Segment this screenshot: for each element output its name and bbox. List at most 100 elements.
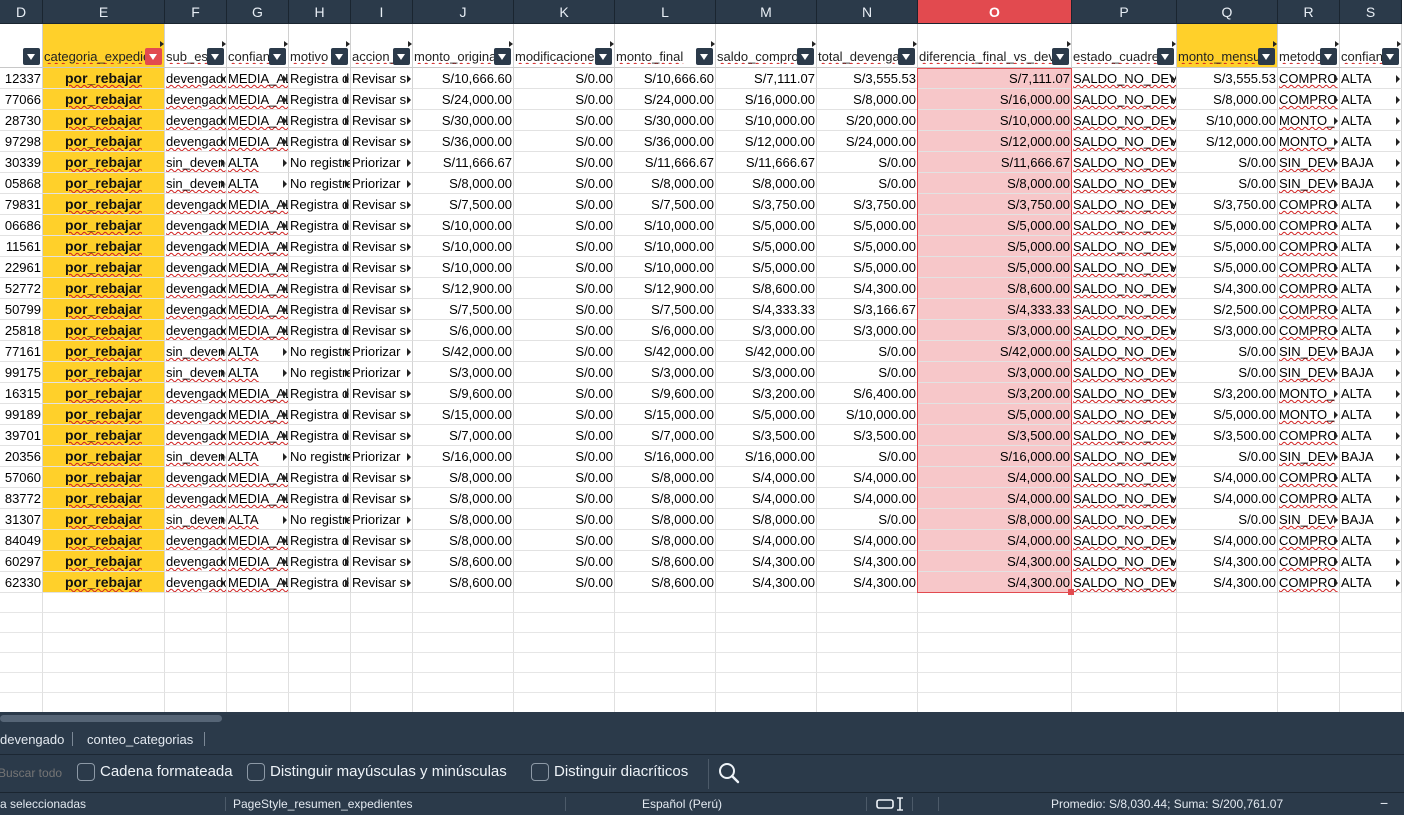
cell-d-row[interactable]: 11561: [0, 236, 43, 257]
cell-p-row[interactable]: SALDO_NO_DEV: [1072, 551, 1177, 572]
cell-r-row[interactable]: COMPRO: [1278, 278, 1340, 299]
cell-s-row[interactable]: ALTA: [1340, 278, 1402, 299]
column-header-n[interactable]: N: [817, 0, 918, 24]
cell-f-row[interactable]: devengado: [165, 131, 227, 152]
empty-cell[interactable]: [289, 613, 351, 633]
cell-r-row[interactable]: SIN_DEV: [1278, 173, 1340, 194]
cell-q-row[interactable]: S/0.00: [1177, 341, 1278, 362]
cell-o-row[interactable]: S/11,666.67: [918, 152, 1072, 173]
cell-h-row[interactable]: Registra d: [289, 551, 351, 572]
empty-cell[interactable]: [716, 613, 817, 633]
cell-k-row[interactable]: S/0.00: [514, 551, 615, 572]
cell-q-row[interactable]: S/5,000.00: [1177, 215, 1278, 236]
cell-h-row[interactable]: Registra d: [289, 68, 351, 89]
cell-f-row[interactable]: devengado: [165, 467, 227, 488]
cell-o-row[interactable]: S/10,000.00: [918, 110, 1072, 131]
cell-k-row[interactable]: S/0.00: [514, 236, 615, 257]
empty-cell[interactable]: [165, 633, 227, 653]
autofilter-dropdown-icon[interactable]: [1320, 48, 1337, 65]
cell-r-row[interactable]: MONTO_: [1278, 131, 1340, 152]
cell-p-row[interactable]: SALDO_NO_DEV: [1072, 425, 1177, 446]
cell-f-row[interactable]: sin_devengado: [165, 362, 227, 383]
cell-j-row[interactable]: S/10,000.00: [413, 257, 514, 278]
cell-i-row[interactable]: Priorizar: [351, 341, 413, 362]
empty-cell[interactable]: [1177, 693, 1278, 712]
cell-f-row[interactable]: devengado: [165, 572, 227, 593]
cell-k-row[interactable]: S/0.00: [514, 131, 615, 152]
cell-o-row[interactable]: S/12,000.00: [918, 131, 1072, 152]
cell-s-row[interactable]: ALTA: [1340, 299, 1402, 320]
cell-h-row[interactable]: Registra d: [289, 320, 351, 341]
cell-m-row[interactable]: S/4,300.00: [716, 551, 817, 572]
cell-h-row[interactable]: No registra: [289, 173, 351, 194]
cell-s-row[interactable]: BAJA: [1340, 341, 1402, 362]
cell-f-row[interactable]: devengado: [165, 320, 227, 341]
cell-q-row[interactable]: S/5,000.00: [1177, 257, 1278, 278]
column-header-i[interactable]: I: [351, 0, 413, 24]
empty-cell[interactable]: [289, 593, 351, 613]
cell-g-row[interactable]: MEDIA_ALTA: [227, 551, 289, 572]
cell-k-row[interactable]: S/0.00: [514, 425, 615, 446]
cell-d-row[interactable]: 06686: [0, 215, 43, 236]
cell-d-row[interactable]: 97298: [0, 131, 43, 152]
cell-r-row[interactable]: SIN_DEV: [1278, 362, 1340, 383]
empty-cell[interactable]: [817, 613, 918, 633]
empty-cell[interactable]: [716, 653, 817, 673]
cell-n-row[interactable]: S/24,000.00: [817, 131, 918, 152]
column-header-r[interactable]: R: [1278, 0, 1340, 24]
empty-cell[interactable]: [351, 613, 413, 633]
cell-n-row[interactable]: S/20,000.00: [817, 110, 918, 131]
cell-l-row[interactable]: S/8,000.00: [615, 467, 716, 488]
cell-k-row[interactable]: S/0.00: [514, 257, 615, 278]
cell-r-row[interactable]: COMPRO: [1278, 236, 1340, 257]
selection-fill-handle[interactable]: [1068, 589, 1074, 595]
cell-p-row[interactable]: SALDO_NO_DEV: [1072, 341, 1177, 362]
empty-cell[interactable]: [351, 673, 413, 693]
cell-n-row[interactable]: S/10,000.00: [817, 404, 918, 425]
cell-m-row[interactable]: S/5,000.00: [716, 236, 817, 257]
cell-e-row[interactable]: por_rebajar: [43, 362, 165, 383]
empty-cell[interactable]: [1072, 593, 1177, 613]
cell-f-row[interactable]: devengado: [165, 68, 227, 89]
match-case-checkbox[interactable]: [247, 763, 265, 781]
cell-h-row[interactable]: No registra: [289, 341, 351, 362]
cell-l-row[interactable]: S/16,000.00: [615, 446, 716, 467]
header-cell-i[interactable]: accion_sugerida: [351, 24, 413, 68]
search-icon[interactable]: [716, 760, 742, 786]
cell-o-row[interactable]: S/5,000.00: [918, 236, 1072, 257]
empty-cell[interactable]: [1340, 633, 1402, 653]
cell-l-row[interactable]: S/8,000.00: [615, 509, 716, 530]
cell-p-row[interactable]: SALDO_NO_DEV: [1072, 446, 1177, 467]
empty-cell[interactable]: [289, 693, 351, 712]
cell-n-row[interactable]: S/6,400.00: [817, 383, 918, 404]
cell-e-row[interactable]: por_rebajar: [43, 215, 165, 236]
empty-cell[interactable]: [43, 693, 165, 712]
cell-m-row[interactable]: S/8,600.00: [716, 278, 817, 299]
language-status[interactable]: Español (Perú): [642, 797, 722, 811]
empty-cell[interactable]: [615, 633, 716, 653]
insert-mode-icon[interactable]: [876, 797, 908, 811]
cell-g-row[interactable]: ALTA: [227, 152, 289, 173]
autofilter-dropdown-icon[interactable]: [393, 48, 410, 65]
cell-m-row[interactable]: S/12,000.00: [716, 131, 817, 152]
empty-cell[interactable]: [817, 593, 918, 613]
cell-h-row[interactable]: Registra d: [289, 383, 351, 404]
empty-cell[interactable]: [918, 613, 1072, 633]
cell-n-row[interactable]: S/0.00: [817, 362, 918, 383]
column-header-m[interactable]: M: [716, 0, 817, 24]
cell-o-row[interactable]: S/4,333.33: [918, 299, 1072, 320]
cell-i-row[interactable]: Priorizar: [351, 362, 413, 383]
cell-r-row[interactable]: COMPRO: [1278, 215, 1340, 236]
cell-e-row[interactable]: por_rebajar: [43, 299, 165, 320]
cell-p-row[interactable]: SALDO_NO_DEV: [1072, 530, 1177, 551]
cell-p-row[interactable]: SALDO_NO_DEV: [1072, 173, 1177, 194]
cell-d-row[interactable]: 60297: [0, 551, 43, 572]
cell-r-row[interactable]: COMPRO: [1278, 530, 1340, 551]
empty-cell[interactable]: [351, 653, 413, 673]
cell-d-row[interactable]: 62330: [0, 572, 43, 593]
cell-i-row[interactable]: Revisar s: [351, 68, 413, 89]
cell-q-row[interactable]: S/4,000.00: [1177, 467, 1278, 488]
sheet-tab-conteo-categorias[interactable]: conteo_categorias: [87, 730, 193, 750]
cell-m-row[interactable]: S/3,000.00: [716, 320, 817, 341]
empty-cell[interactable]: [289, 633, 351, 653]
